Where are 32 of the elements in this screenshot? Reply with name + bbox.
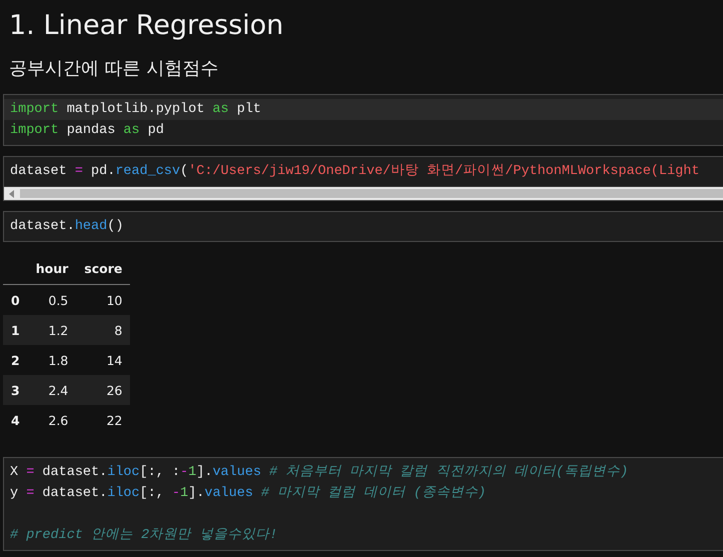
- table-cell: 8: [76, 315, 130, 345]
- scroll-left-icon[interactable]: [8, 190, 16, 198]
- table-cell: 10: [76, 284, 130, 315]
- table-cell: 2.4: [28, 375, 76, 405]
- subheading: 공부시간에 따른 시험점수: [8, 57, 220, 81]
- code-line: dataset = pd.read_csv('C:/Users/jiw19/OneDrive/바탕 화면/파이썬/PythonMLWorkspace(Light: [10, 164, 700, 179]
- row-index: 4: [3, 405, 28, 435]
- row-index: 2: [3, 345, 28, 375]
- table-cell: 26: [76, 375, 130, 405]
- code-cell[interactable]: dataset.head(): [3, 211, 723, 242]
- row-index: 0: [3, 284, 28, 315]
- column-header: hour: [28, 252, 76, 284]
- code-line: X = dataset.iloc[:, :-1].values # 처음부터 마지막 칼럼 직전까지의 데이터(독립변수): [10, 465, 628, 480]
- heading: 1. Linear Regression: [8, 9, 285, 43]
- table-cell: 22: [76, 405, 130, 435]
- table-cell: 1.2: [28, 315, 76, 345]
- code-cell[interactable]: dataset = pd.read_csv('C:/Users/jiw19/OneDrive/바탕 화면/파이썬/PythonMLWorkspace(Light: [3, 156, 723, 201]
- code-line: y = dataset.iloc[:, -1].values # 마지막 컬럼 데이터 (종속변수): [10, 486, 486, 501]
- code-line: # predict 안에는 2차원만 넣을수있다!: [10, 528, 278, 543]
- table-cell: 0.5: [28, 284, 76, 315]
- row-index: 1: [3, 315, 28, 345]
- code-line: dataset.head(): [10, 219, 124, 234]
- code-cell[interactable]: X = dataset.iloc[:, :-1].values # 처음부터 마지막 칼럼 직전까지의 데이터(독립변수) y = dataset.iloc[:, -1].values # 마지막 컬럼 데이터 (종속변수) # predict 안에는 2차원만 넣을수있다!: [3, 457, 723, 551]
- code-line: import pandas as pd: [10, 123, 164, 138]
- table-cell: 14: [76, 345, 130, 375]
- table-cell: 1.8: [28, 345, 76, 375]
- column-header: score: [76, 252, 130, 284]
- code-cell[interactable]: import matplotlib.pyplot as plt import pandas as pd: [3, 94, 723, 146]
- table-cell: 2.6: [28, 405, 76, 435]
- row-index: 3: [3, 375, 28, 405]
- code-line: import matplotlib.pyplot as plt: [10, 102, 262, 117]
- horizontal-scrollbar[interactable]: [4, 186, 723, 200]
